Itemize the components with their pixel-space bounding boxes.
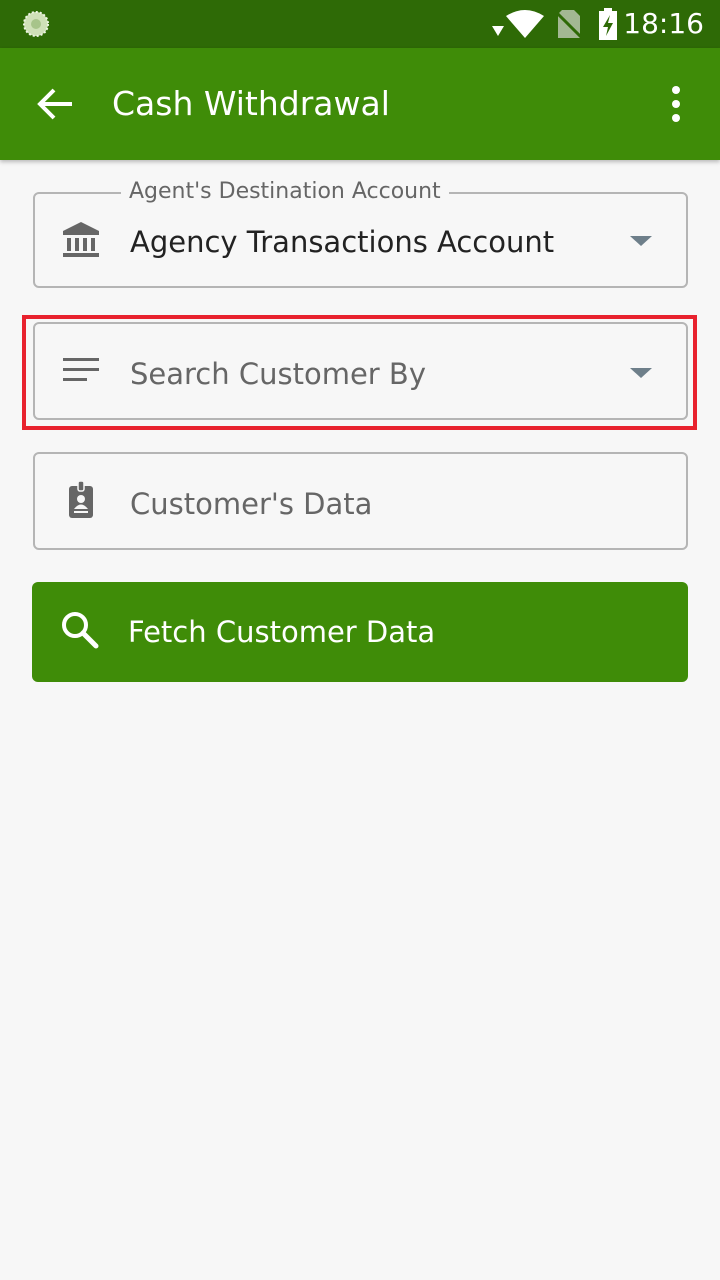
app-notification-icon xyxy=(23,11,49,37)
arrow-back-icon[interactable] xyxy=(36,84,76,124)
more-vert-icon[interactable] xyxy=(668,84,684,124)
chevron-down-icon[interactable] xyxy=(630,236,652,246)
fetch-customer-data-button[interactable]: Fetch Customer Data xyxy=(32,582,688,682)
destination-account-dropdown[interactable]: Agent's Destination Account Agency Trans… xyxy=(33,177,688,288)
search-customer-by-dropdown[interactable]: Search Customer By xyxy=(33,322,688,420)
destination-account-value: Agency Transactions Account xyxy=(130,225,555,259)
search-customer-by-placeholder: Search Customer By xyxy=(130,357,426,391)
bank-icon xyxy=(63,222,99,257)
page-title: Cash Withdrawal xyxy=(112,84,390,123)
signal-arrow-icon xyxy=(492,26,504,36)
search-icon xyxy=(62,612,99,649)
battery-charging-icon xyxy=(599,8,617,40)
wifi-icon xyxy=(506,10,544,38)
chevron-down-icon[interactable] xyxy=(630,368,652,378)
fetch-customer-data-label: Fetch Customer Data xyxy=(128,615,436,649)
customer-data-field[interactable]: Customer's Data xyxy=(33,452,688,550)
destination-account-label: Agent's Destination Account xyxy=(121,177,449,207)
status-time: 18:16 xyxy=(623,7,704,40)
id-badge-icon xyxy=(69,480,93,518)
customer-data-placeholder: Customer's Data xyxy=(130,487,373,521)
no-sim-icon xyxy=(556,10,582,40)
app-bar: Cash Withdrawal xyxy=(0,48,720,160)
status-bar: 18:16 xyxy=(0,0,720,48)
sort-lines-icon xyxy=(63,358,99,381)
